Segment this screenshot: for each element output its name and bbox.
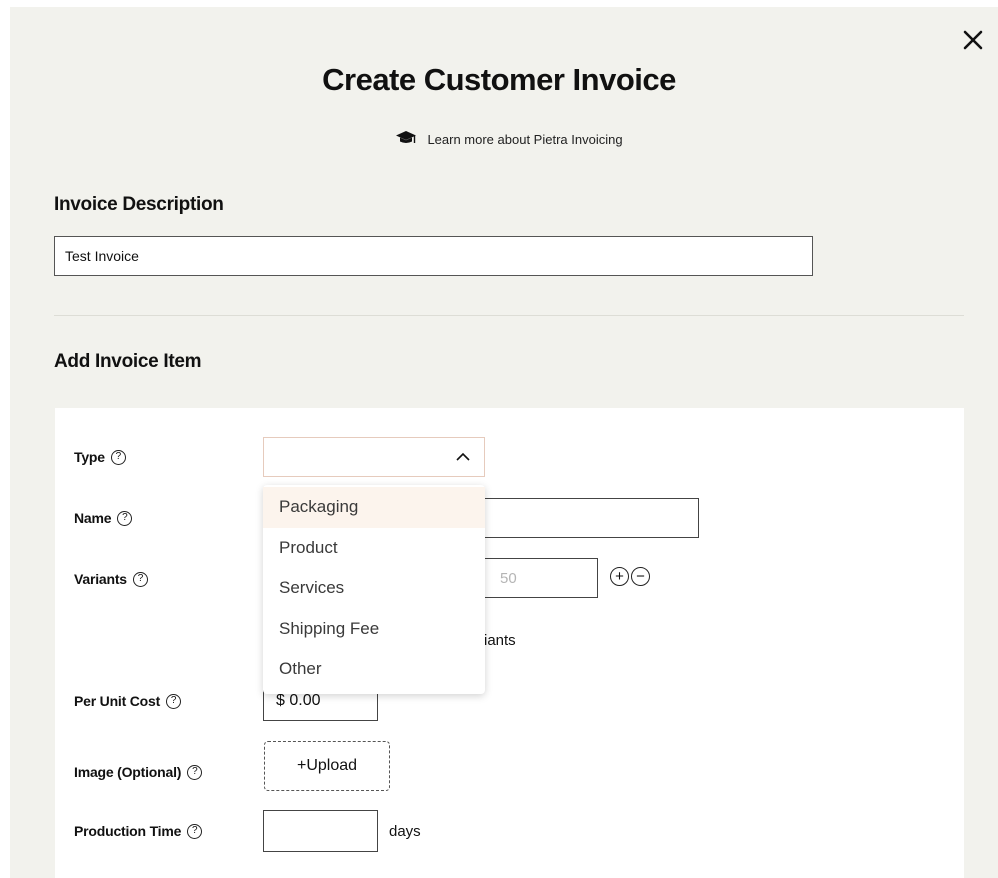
dropdown-option-shipping-fee[interactable]: Shipping Fee	[263, 609, 485, 650]
add-invoice-item-heading: Add Invoice Item	[54, 351, 202, 372]
question-circle-icon[interactable]: ?	[187, 764, 203, 780]
type-dropdown-menu: Packaging Product Services Shipping Fee …	[263, 485, 485, 694]
production-time-label: Production Time	[74, 823, 182, 839]
name-label-row: Name ?	[74, 510, 133, 526]
per-unit-cost-label-row: Per Unit Cost ?	[74, 693, 182, 709]
image-label-row: Image (Optional) ?	[74, 764, 203, 780]
upload-button[interactable]: +Upload	[264, 741, 390, 791]
image-label: Image (Optional)	[74, 764, 182, 780]
type-label: Type	[74, 449, 105, 465]
production-time-label-row: Production Time ?	[74, 823, 203, 839]
production-time-input[interactable]	[263, 810, 378, 852]
invoice-description-heading: Invoice Description	[54, 194, 224, 215]
learn-more-text: Learn more about Pietra Invoicing	[427, 132, 623, 147]
name-input[interactable]	[479, 498, 699, 538]
dropdown-option-packaging[interactable]: Packaging	[263, 487, 485, 528]
chevron-up-icon	[456, 448, 470, 466]
question-circle-icon[interactable]: ?	[187, 823, 203, 839]
question-circle-icon[interactable]: ?	[117, 510, 133, 526]
dropdown-option-product[interactable]: Product	[263, 528, 485, 569]
minus-circle-icon[interactable]: −	[631, 567, 650, 586]
section-divider	[54, 315, 964, 316]
dropdown-option-services[interactable]: Services	[263, 568, 485, 609]
variants-label-row: Variants ?	[74, 571, 148, 587]
days-unit-label: days	[389, 823, 421, 840]
type-label-row: Type ?	[74, 449, 126, 465]
close-icon[interactable]	[960, 27, 986, 53]
learn-more-link[interactable]: Learn more about Pietra Invoicing	[0, 129, 998, 150]
name-label: Name	[74, 510, 112, 526]
graduation-cap-icon	[395, 129, 417, 150]
question-circle-icon[interactable]: ?	[166, 693, 182, 709]
invoice-description-input[interactable]: Test Invoice	[54, 236, 813, 276]
question-circle-icon[interactable]: ?	[110, 449, 126, 465]
variant-stepper: + −	[610, 567, 650, 586]
question-circle-icon[interactable]: ?	[132, 571, 148, 587]
variants-label: Variants	[74, 571, 127, 587]
variant-quantity-input[interactable]: 50	[479, 558, 598, 598]
per-unit-cost-label: Per Unit Cost	[74, 693, 161, 709]
dropdown-option-other[interactable]: Other	[263, 649, 485, 690]
type-select[interactable]	[263, 437, 485, 477]
modal-title: Create Customer Invoice	[322, 62, 676, 97]
plus-circle-icon[interactable]: +	[610, 567, 629, 586]
